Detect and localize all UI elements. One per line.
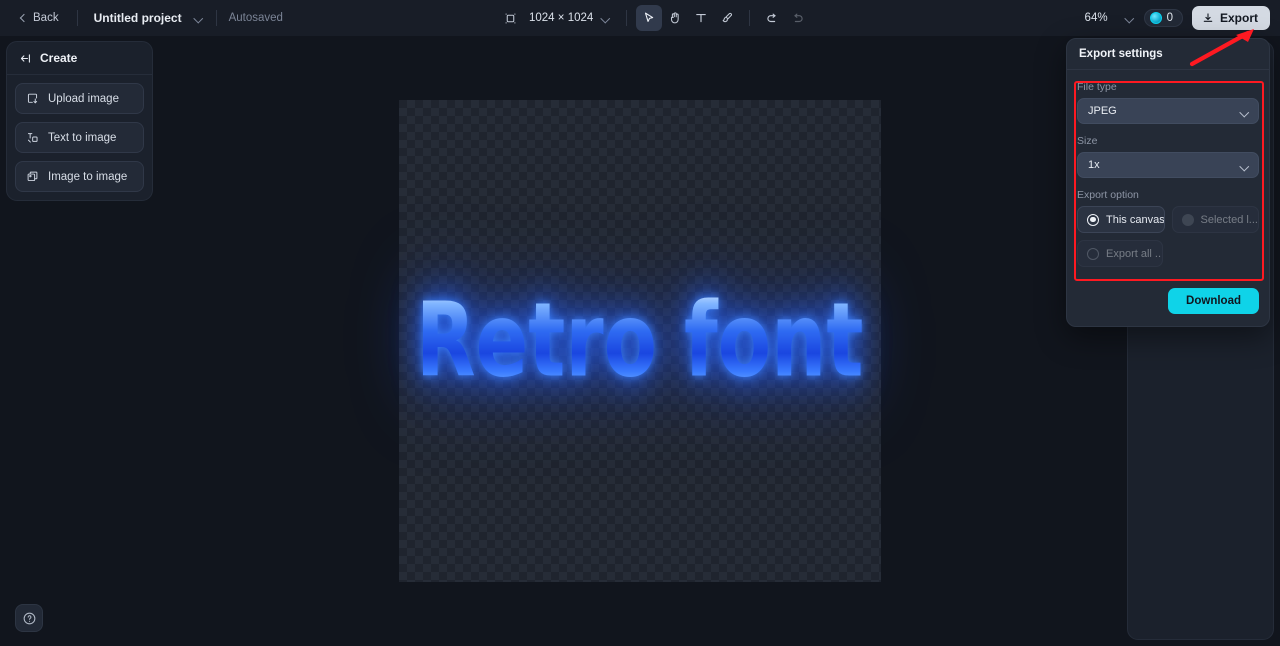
cursor-icon (642, 11, 656, 25)
size-select[interactable]: 1x (1077, 152, 1259, 178)
export-settings-title: Export settings (1079, 48, 1163, 60)
toolbar-right-group: 64% 0 Export (1085, 0, 1270, 36)
file-type-label: File type (1077, 81, 1117, 93)
text-tool-button[interactable] (688, 5, 714, 31)
redo-icon (791, 11, 805, 25)
create-panel-header: Create (7, 42, 152, 75)
credits-badge[interactable]: 0 (1143, 9, 1183, 27)
text-icon (694, 11, 708, 25)
download-icon (1202, 12, 1214, 24)
divider (76, 10, 78, 26)
size-value: 1x (1088, 159, 1100, 171)
frame-tool-button[interactable] (497, 5, 523, 31)
canvas-size-selector[interactable]: 1024 × 1024 (523, 8, 617, 28)
credits-count: 0 (1166, 12, 1173, 24)
image-to-image-label: Image to image (48, 170, 128, 183)
undo-button[interactable] (759, 5, 785, 31)
toolbar-center-group: 1024 × 1024 (497, 0, 811, 36)
brush-icon (720, 11, 734, 25)
toolbar-left-group: Back Untitled project Autosaved (0, 0, 283, 36)
radio-icon (1181, 213, 1194, 226)
text-to-image-label: Text to image (48, 131, 117, 144)
option-this-canvas-label: This canvas (1106, 213, 1165, 226)
option-selected-layer[interactable]: Selected l... (1171, 206, 1259, 233)
back-button[interactable]: Back (12, 8, 65, 28)
export-settings-body: File type JPEG Size 1x Export option Thi… (1067, 70, 1269, 284)
chevron-down-icon[interactable] (193, 13, 204, 24)
chevron-down-icon[interactable] (1124, 13, 1135, 24)
chevron-down-icon (600, 13, 611, 24)
help-button[interactable] (15, 604, 43, 632)
top-toolbar: Back Untitled project Autosaved 1024 × 1… (0, 0, 1280, 36)
chevron-down-icon (1239, 160, 1250, 171)
artwork-layer[interactable]: Retro font (399, 289, 881, 391)
download-button[interactable]: Download (1168, 288, 1259, 314)
zoom-level-selector[interactable]: 64% (1085, 12, 1108, 24)
radio-icon (1087, 213, 1099, 226)
artwork-text: Retro font (416, 280, 864, 400)
export-settings-footer: Download (1067, 284, 1269, 326)
back-label: Back (33, 12, 59, 24)
hand-tool-button[interactable] (662, 5, 688, 31)
upload-image-label: Upload image (48, 92, 119, 105)
hand-icon (668, 11, 682, 25)
export-option-label: Export option (1077, 189, 1139, 201)
export-settings-header: Export settings (1067, 39, 1269, 69)
question-mark-icon (22, 611, 37, 626)
divider (215, 10, 217, 26)
brush-tool-button[interactable] (714, 5, 740, 31)
zoom-level-value: 64% (1084, 12, 1108, 24)
file-type-select[interactable]: JPEG (1077, 98, 1259, 124)
file-type-value: JPEG (1088, 105, 1117, 117)
option-selected-layer-label: Selected l... (1200, 213, 1258, 226)
undo-icon (765, 11, 779, 25)
redo-button[interactable] (785, 5, 811, 31)
select-tool-button[interactable] (636, 5, 663, 31)
collapse-panel-icon[interactable] (19, 52, 32, 65)
divider (749, 10, 751, 26)
create-panel: Create Upload image Text to image Image … (6, 41, 153, 201)
create-panel-body: Upload image Text to image Image to imag… (7, 75, 152, 200)
option-export-all[interactable]: Export all ... (1077, 240, 1163, 267)
canvas-size-value: 1024 × 1024 (529, 12, 594, 24)
create-panel-title: Create (40, 51, 78, 65)
upload-image-icon (26, 92, 39, 105)
text-to-image-button[interactable]: Text to image (15, 122, 144, 153)
app-root: Back Untitled project Autosaved 1024 × 1… (0, 0, 1280, 646)
text-to-image-icon (26, 131, 39, 144)
divider (626, 10, 628, 26)
chevron-left-icon (18, 14, 27, 23)
coin-icon (1149, 12, 1162, 24)
export-option-row: Export all ... (1077, 240, 1259, 267)
project-name[interactable]: Untitled project (90, 7, 186, 29)
option-this-canvas[interactable]: This canvas (1077, 206, 1165, 233)
artboard[interactable]: Retro font (399, 100, 881, 582)
image-to-image-icon (26, 170, 39, 183)
export-button[interactable]: Export (1191, 6, 1270, 30)
export-settings-popup: Export settings File type JPEG Size 1x E… (1066, 38, 1270, 327)
upload-image-button[interactable]: Upload image (15, 83, 144, 114)
radio-icon (1087, 247, 1099, 260)
chevron-down-icon (1239, 106, 1250, 117)
option-export-all-label: Export all ... (1106, 247, 1163, 260)
image-to-image-button[interactable]: Image to image (15, 161, 144, 192)
autosave-status: Autosaved (228, 12, 283, 24)
export-option-row: This canvas Selected l... (1077, 206, 1259, 233)
size-label: Size (1077, 135, 1098, 147)
frame-icon (504, 12, 517, 25)
export-label: Export (1219, 11, 1258, 25)
